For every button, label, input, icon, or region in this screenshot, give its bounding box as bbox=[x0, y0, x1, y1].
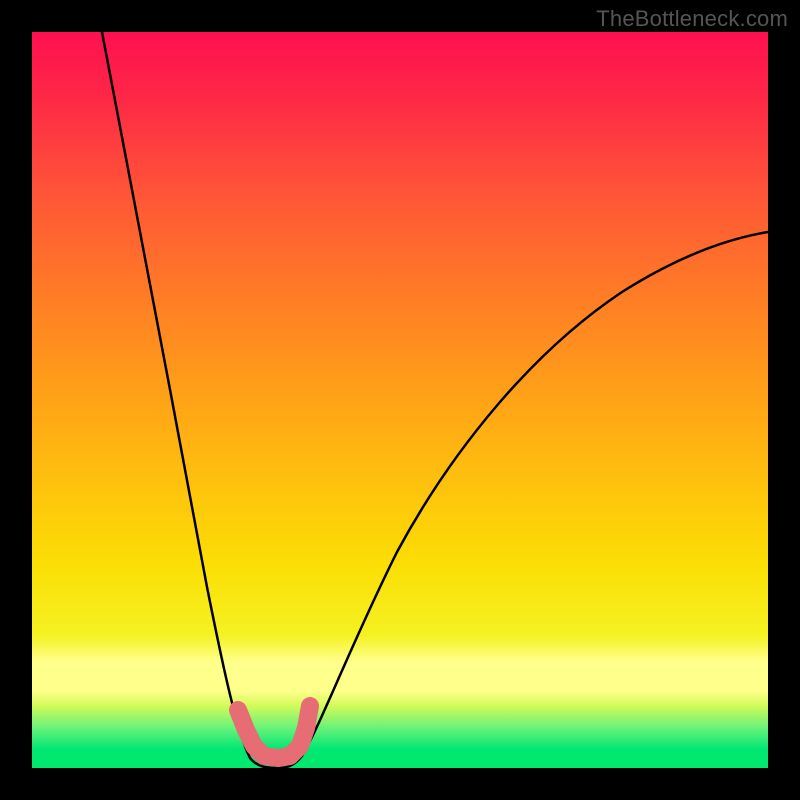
plot-area bbox=[32, 32, 768, 768]
gradient-background bbox=[32, 32, 768, 768]
watermark-text: TheBottleneck.com bbox=[596, 6, 788, 32]
chart-frame: TheBottleneck.com bbox=[0, 0, 800, 800]
plot-svg bbox=[32, 32, 768, 768]
